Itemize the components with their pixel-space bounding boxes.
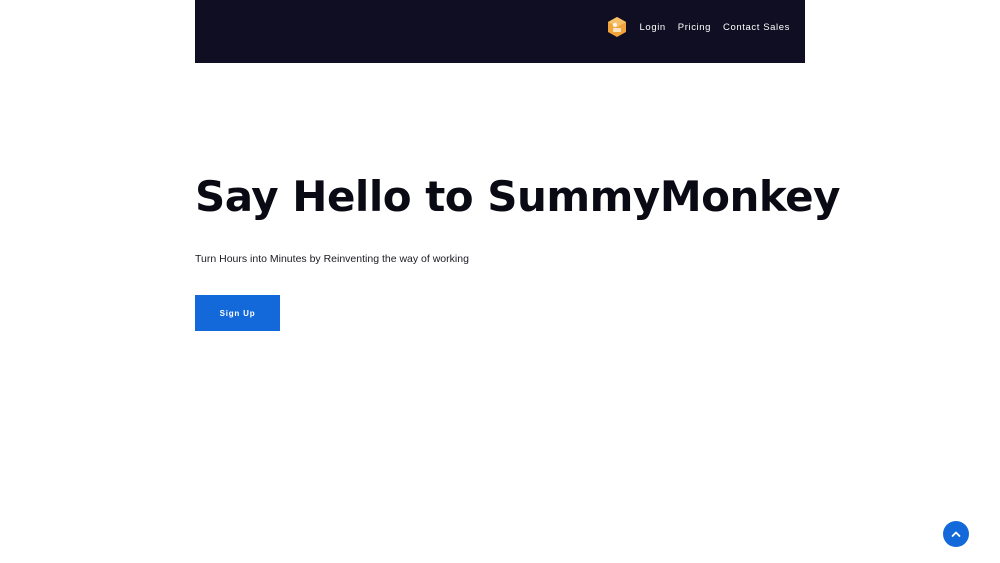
scroll-to-top-button[interactable] [943, 521, 969, 547]
nav-menu: Login Pricing Contact Sales [607, 17, 790, 37]
page: Login Pricing Contact Sales Say Hello to… [0, 0, 1000, 563]
nav-link-login[interactable]: Login [640, 22, 666, 33]
nav-link-pricing[interactable]: Pricing [678, 22, 711, 33]
nav-link-contact-sales[interactable]: Contact Sales [723, 22, 790, 33]
sign-up-button[interactable]: Sign Up [195, 295, 280, 331]
chevron-up-icon [951, 530, 961, 538]
top-navbar: Login Pricing Contact Sales [195, 0, 805, 63]
hexagon-logo-icon[interactable] [607, 17, 626, 37]
hero-subtitle: Turn Hours into Minutes by Reinventing t… [195, 253, 469, 265]
hero-title: Say Hello to SummyMonkey [195, 172, 841, 221]
